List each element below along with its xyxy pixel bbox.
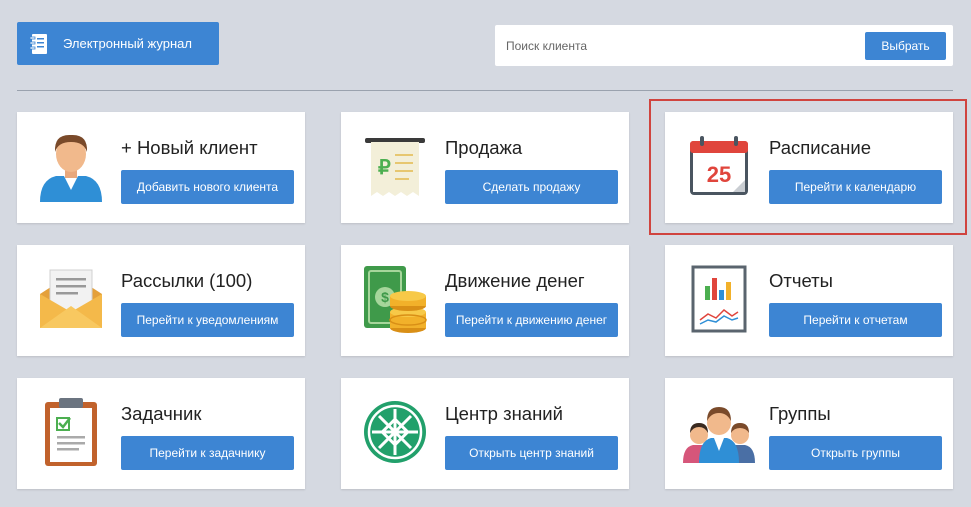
card-title: + Новый клиент [121,137,258,158]
card-title: Отчеты [769,270,833,291]
card-groups: Группы Открыть группы [665,378,953,489]
clipboard-icon [35,396,107,468]
card-title: Центр знаний [445,403,563,424]
open-groups-button[interactable]: Открыть группы [769,436,942,470]
card-reports: Отчеты Перейти к отчетам [665,245,953,356]
knowledge-icon [359,396,431,468]
go-to-tasks-button[interactable]: Перейти к задачнику [121,436,294,470]
card-title: Задачник [121,403,202,424]
go-to-notifications-button[interactable]: Перейти к уведомлениям [121,303,294,337]
svg-text:$: $ [381,289,389,305]
card-new-client: + Новый клиент Добавить нового клиента [17,112,305,223]
client-search-input[interactable] [495,25,865,66]
select-client-button[interactable]: Выбрать [865,31,946,60]
report-icon [683,263,755,335]
money-icon: $ [359,263,431,335]
card-mailings: Рассылки (100) Перейти к уведомлениям [17,245,305,356]
client-search-box: Выбрать [495,25,953,66]
svg-text:₽: ₽ [378,157,391,179]
header-divider [17,90,953,91]
card-title: Продажа [445,137,523,158]
card-tasks: Задачник Перейти к задачнику [17,378,305,489]
open-knowledge-center-button[interactable]: Открыть центр знаний [445,436,618,470]
receipt-icon: ₽ [359,130,431,202]
envelope-icon [35,263,107,335]
card-money-flow: $ Движение денег Перейти к движению дене… [341,245,629,356]
go-to-money-flow-button[interactable]: Перейти к движению денег [445,303,618,337]
card-title: Движение денег [445,270,585,291]
card-knowledge-center: Центр знаний Открыть центр знаний [341,378,629,489]
notebook-icon [27,32,51,56]
electronic-journal-button[interactable]: Электронный журнал [17,22,219,65]
electronic-journal-label: Электронный журнал [63,36,192,51]
make-sale-button[interactable]: Сделать продажу [445,170,618,204]
group-icon [683,396,755,468]
go-to-reports-button[interactable]: Перейти к отчетам [769,303,942,337]
add-new-client-button[interactable]: Добавить нового клиента [121,170,294,204]
card-title: Рассылки (100) [121,270,253,291]
card-sale: ₽ Продажа Сделать продажу [341,112,629,223]
user-icon [35,130,107,202]
card-title: Группы [769,403,831,424]
schedule-highlight-frame [649,99,967,235]
